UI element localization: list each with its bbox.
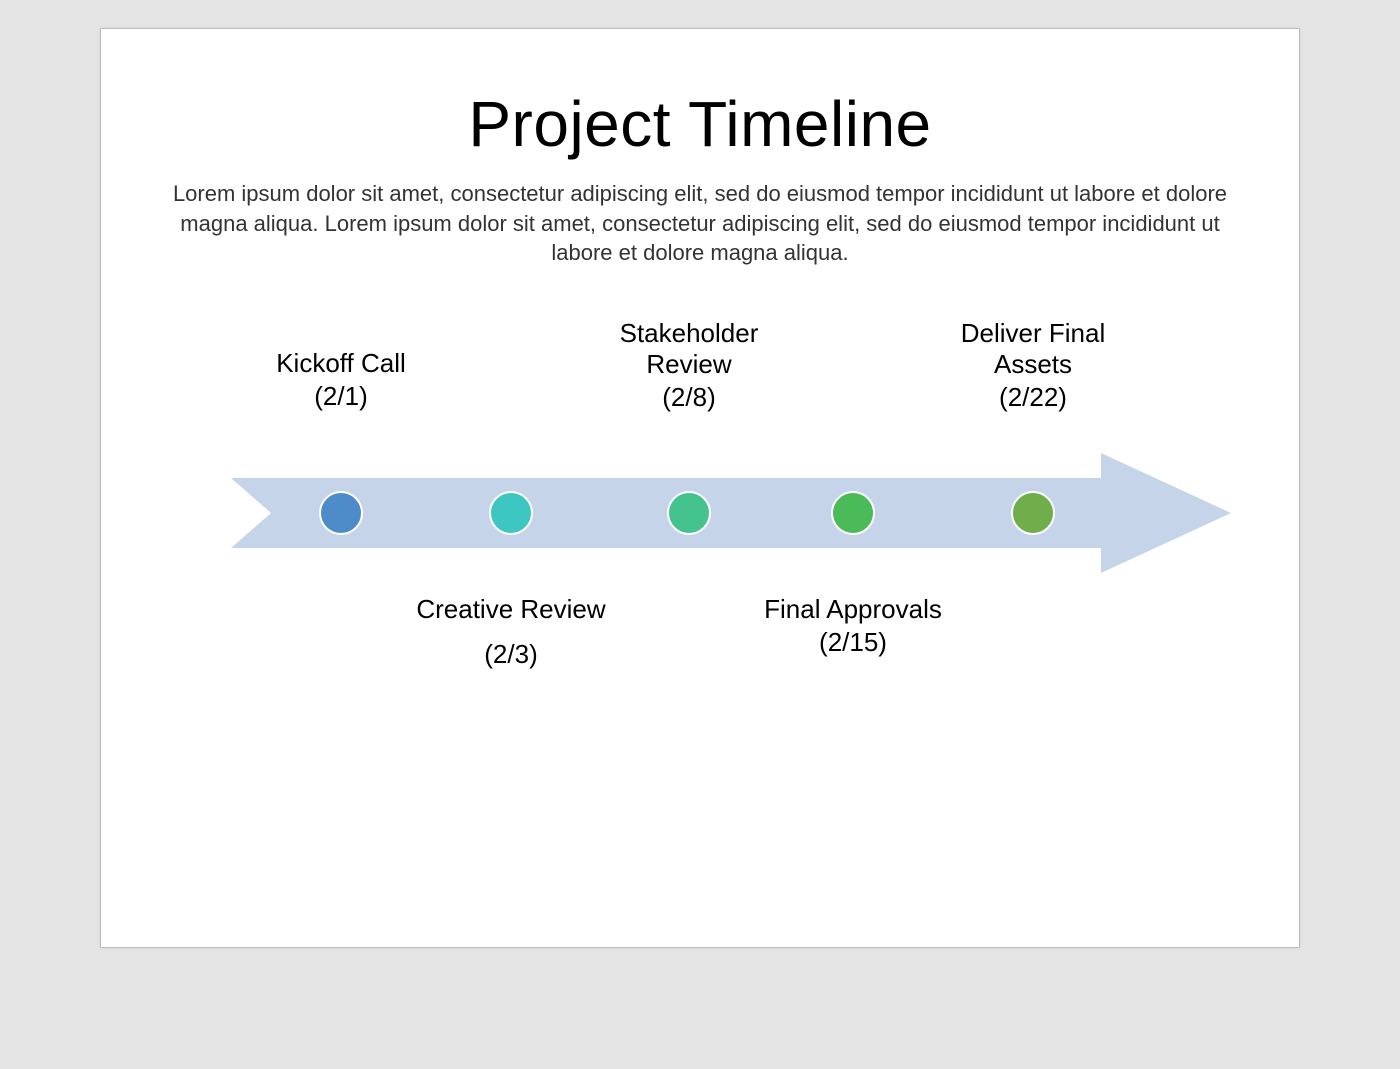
- milestone-dot: [489, 491, 533, 535]
- milestone-label: Stakeholder Review: [579, 318, 799, 380]
- timeline-arrow: [231, 453, 1231, 573]
- milestone-creative-review: Creative Review (2/3): [411, 594, 611, 670]
- slide: Project Timeline Lorem ipsum dolor sit a…: [100, 28, 1300, 948]
- slide-title: Project Timeline: [101, 87, 1299, 161]
- milestone-label: Creative Review: [411, 594, 611, 625]
- milestone-stakeholder-review: Stakeholder Review (2/8): [579, 318, 799, 414]
- milestone-dot: [1011, 491, 1055, 535]
- milestone-dot: [319, 491, 363, 535]
- slide-description: Lorem ipsum dolor sit amet, consectetur …: [170, 179, 1230, 268]
- milestone-date: (2/8): [579, 382, 799, 413]
- arrow-shape: [231, 453, 1231, 573]
- milestone-deliver-final-assets: Deliver Final Assets (2/22): [923, 318, 1143, 414]
- milestone-label: Deliver Final Assets: [923, 318, 1143, 380]
- timeline: Kickoff Call (2/1) Creative Review (2/3)…: [121, 348, 1279, 728]
- milestone-date: (2/22): [923, 382, 1143, 413]
- milestone-label: Kickoff Call: [241, 348, 441, 379]
- milestone-dot: [667, 491, 711, 535]
- milestone-final-approvals: Final Approvals (2/15): [753, 594, 953, 658]
- milestone-kickoff: Kickoff Call (2/1): [241, 348, 441, 412]
- milestone-date: (2/1): [241, 381, 441, 412]
- milestone-dot: [831, 491, 875, 535]
- milestone-date: (2/3): [411, 639, 611, 670]
- milestone-label: Final Approvals: [753, 594, 953, 625]
- viewport: Project Timeline Lorem ipsum dolor sit a…: [0, 0, 1400, 1069]
- milestone-date: (2/15): [753, 627, 953, 658]
